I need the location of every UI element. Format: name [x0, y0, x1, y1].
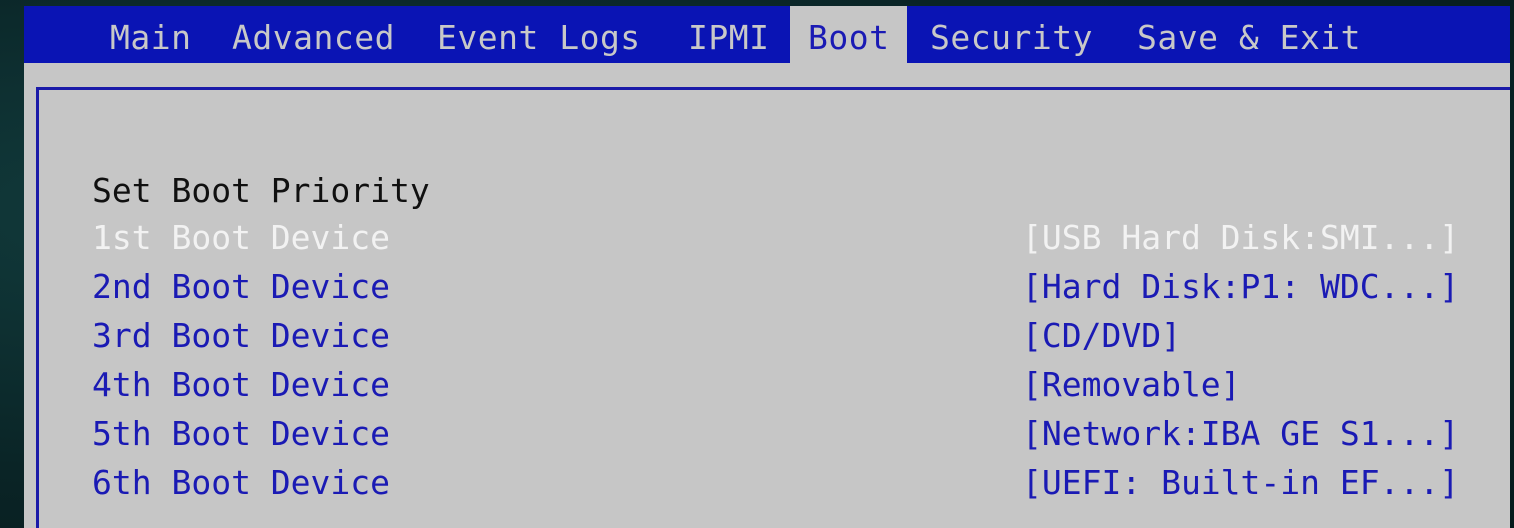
- boot-device-value[interactable]: [USB Hard Disk:SMI...]: [1022, 215, 1459, 261]
- boot-device-row-2[interactable]: 2nd Boot Device [Hard Disk:P1: WDC...]: [39, 264, 1510, 310]
- tab-main[interactable]: Main: [110, 6, 191, 64]
- tab-ipmi[interactable]: IPMI: [688, 6, 769, 64]
- boot-device-label: 6th Boot Device: [92, 463, 391, 502]
- boot-device-row-3[interactable]: 3rd Boot Device [CD/DVD]: [39, 313, 1510, 359]
- tab-security[interactable]: Security: [930, 6, 1093, 64]
- boot-device-label: 4th Boot Device: [92, 365, 391, 404]
- tab-save-exit[interactable]: Save & Exit: [1137, 6, 1361, 64]
- boot-device-value[interactable]: [Network:IBA GE S1...]: [1022, 411, 1459, 457]
- boot-device-value[interactable]: [Removable]: [1022, 362, 1241, 408]
- section-title: Set Boot Priority: [92, 171, 430, 210]
- tab-event-logs[interactable]: Event Logs: [437, 6, 641, 64]
- menu-bar: Main Advanced Event Logs IPMI Boot Secur…: [24, 6, 1510, 64]
- boot-device-label: 5th Boot Device: [92, 414, 391, 453]
- boot-device-value[interactable]: [UEFI: Built-in EF...]: [1022, 460, 1459, 506]
- boot-device-row-1[interactable]: 1st Boot Device [USB Hard Disk:SMI...]: [39, 215, 1510, 261]
- boot-device-row-5[interactable]: 5th Boot Device [Network:IBA GE S1...]: [39, 411, 1510, 457]
- boot-device-row-6[interactable]: 6th Boot Device [UEFI: Built-in EF...]: [39, 460, 1510, 506]
- bios-screen: Main Advanced Event Logs IPMI Boot Secur…: [24, 6, 1510, 528]
- boot-device-label: 2nd Boot Device: [92, 267, 391, 306]
- boot-device-label: 3rd Boot Device: [92, 316, 391, 355]
- boot-device-value[interactable]: [CD/DVD]: [1022, 313, 1181, 359]
- boot-settings-panel: Set Boot Priority 1st Boot Device [USB H…: [36, 87, 1510, 528]
- tab-boot[interactable]: Boot: [790, 6, 908, 64]
- boot-device-value[interactable]: [Hard Disk:P1: WDC...]: [1022, 264, 1459, 310]
- boot-device-row-4[interactable]: 4th Boot Device [Removable]: [39, 362, 1510, 408]
- tab-advanced[interactable]: Advanced: [232, 6, 395, 64]
- boot-device-label: 1st Boot Device: [92, 218, 391, 257]
